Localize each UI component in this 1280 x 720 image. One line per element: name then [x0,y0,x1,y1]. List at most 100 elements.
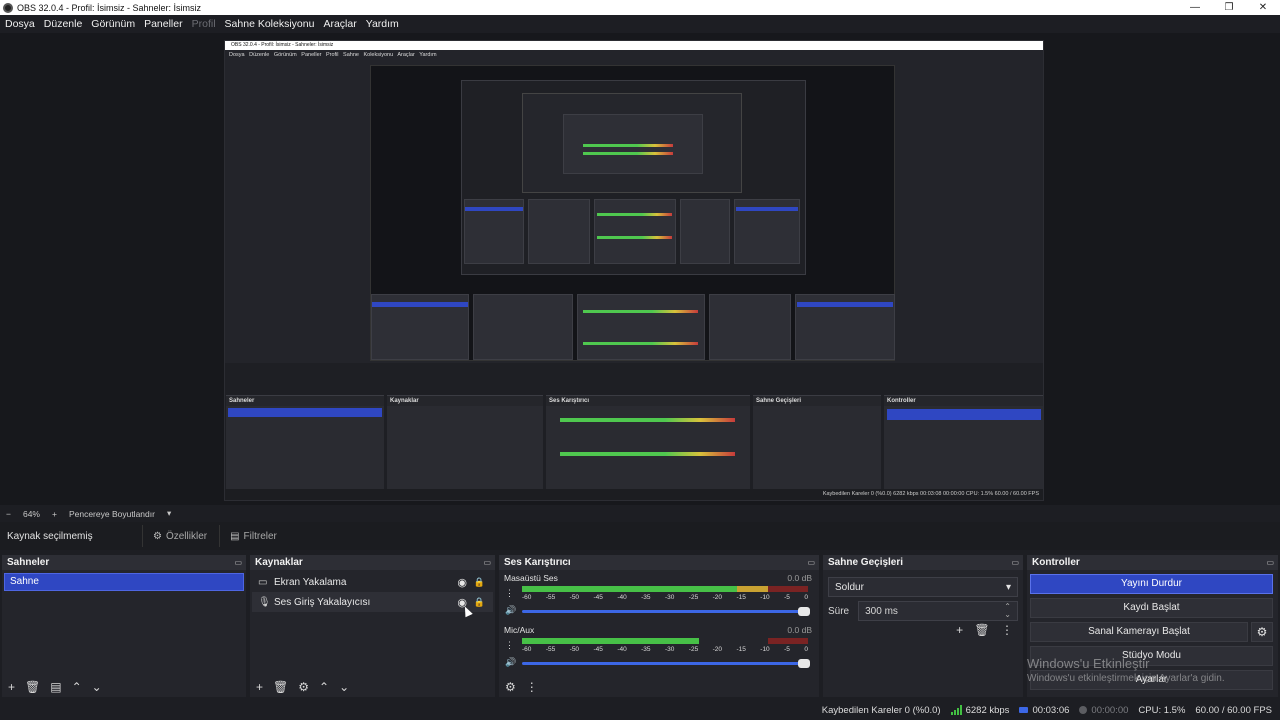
preview-recursive-capture: OBS 32.0.4 - Profil: İsimsiz - Sahneler:… [224,40,1044,501]
volume-slider-handle[interactable] [798,659,810,668]
no-source-selected-label: Kaynak seçilmemiş [7,530,93,542]
transition-tools: + 🗑 ⋮ [948,623,1013,637]
start-recording-button[interactable]: Kaydı Başlat [1030,598,1273,618]
monitor-icon: ▭ [258,576,268,588]
nested-menu: Dosya Düzenle Görünüm Paneller Profil Sa… [229,52,437,58]
gear-icon[interactable]: ⚙ [1251,622,1273,642]
obs-logo-icon [3,2,13,13]
transitions-dock-header: Sahne Geçişleri ▭ [823,555,1023,570]
speaker-icon[interactable]: 🔊 [505,657,516,668]
audio-mixer-dock: Ses Karıştırıcı ▭ Masaüstü Ses 0.0 dB ⋮ … [499,555,819,697]
track-name: Mic/Aux [504,625,535,635]
zoom-dropdown-icon[interactable]: ▾ [167,508,171,519]
lock-icon[interactable]: 🔒 [474,597,485,608]
mixer-dock-title: Ses Karıştırıcı [504,557,571,568]
scenes-dock: Sahneler ▭ Sahne + 🗑 ▤ ⌃ ⌄ [2,555,246,697]
record-icon [1079,706,1088,714]
source-label: Ses Giriş Yakalayıcısı [274,596,371,608]
menu-file[interactable]: Dosya [5,18,35,30]
undock-icon[interactable]: ▭ [807,558,815,567]
volume-slider[interactable] [522,607,810,616]
filters-label: Filtreler [243,530,277,542]
menu-docks[interactable]: Paneller [144,18,183,30]
cpu-usage: CPU: 1.5% [1138,704,1186,716]
volume-meter [522,586,808,592]
kebab-menu-icon[interactable]: ⋮ [505,588,514,599]
stream-icon [1019,707,1029,713]
scene-item[interactable]: Sahne [4,573,244,591]
minimize-button[interactable]: — [1178,0,1212,15]
remove-source-icon[interactable]: 🗑 [273,681,288,693]
stream-time-value: 00:03:06 [1032,704,1070,716]
move-up-icon[interactable]: ⌃ [72,681,82,693]
virtual-camera-row: Sanal Kamerayı Başlat ⚙ [1030,622,1273,642]
stepper-icon[interactable]: ⌃ ⌄ [1004,603,1011,619]
kebab-menu-icon[interactable]: ⋮ [1001,623,1013,637]
source-properties-icon[interactable]: ⚙ [298,681,309,693]
undock-icon[interactable]: ▭ [483,558,491,567]
properties-button[interactable]: ⚙ Özellikler [142,525,217,547]
transition-select[interactable]: Soldur ▾ [828,577,1018,597]
mixer-track-mic-aux: Mic/Aux 0.0 dB ⋮ -60 -55 -50 -45 -40 -35 -30 -2… [504,622,814,674]
scenes-toolbar: + 🗑 ▤ ⌃ ⌄ [2,677,246,697]
maximize-button[interactable]: ❐ [1212,0,1246,15]
deepest-preview [522,93,742,193]
menu-edit[interactable]: Düzenle [44,18,83,30]
duration-input[interactable]: 300 ms ⌃ ⌄ [858,601,1018,621]
eye-icon[interactable]: ◉ [457,576,467,589]
menu-scene-collection[interactable]: Sahne Koleksiyonu [225,18,315,30]
add-scene-icon[interactable]: + [8,681,15,693]
nested-preview [370,65,895,361]
kebab-menu-icon[interactable]: ⋮ [526,681,538,693]
undock-icon[interactable]: ▭ [1011,558,1019,567]
start-virtual-camera-button[interactable]: Sanal Kamerayı Başlat [1030,622,1248,642]
move-down-icon[interactable]: ⌄ [92,681,102,693]
status-bar: Kaybedilen Kareler 0 (%0.0) 6282 kbps 00… [0,700,1280,720]
studio-mode-button[interactable]: Stüdyo Modu [1030,646,1273,666]
scenes-dock-title: Sahneler [7,557,50,568]
undock-icon[interactable]: ▭ [234,558,242,567]
advanced-audio-icon[interactable]: ⚙ [505,681,516,693]
source-item-screen-capture[interactable]: ▭ Ekran Yakalama ◉ 🔒 [252,572,493,592]
speaker-icon[interactable]: 🔊 [505,605,516,616]
nested-status: Kaybedilen Kareler 0 (%0.0) 6282 kbps 00… [225,489,1043,500]
sources-toolbar: + 🗑 ⚙ ⌃ ⌄ [250,677,495,697]
duration-row: Süre 300 ms ⌃ ⌄ [828,601,1018,621]
bitrate-value: 6282 kbps [965,704,1010,716]
add-source-icon[interactable]: + [256,681,263,693]
stop-stream-button[interactable]: Yayını Durdur [1030,574,1273,594]
menu-tools[interactable]: Araçlar [323,18,356,30]
menu-view[interactable]: Görünüm [91,18,135,30]
volume-slider[interactable] [522,659,810,668]
zoom-in-button[interactable]: + [52,509,57,519]
record-time: 00:00:00 [1079,705,1128,716]
scenes-dock-header: Sahneler ▭ [2,555,246,570]
dropped-frames: Kaybedilen Kareler 0 (%0.0) [821,704,941,716]
filter-icon: ▤ [230,530,240,542]
sources-dock: Kaynaklar ▭ ▭ Ekran Yakalama ◉ 🔒 🎙 Ses G… [250,555,495,697]
kebab-menu-icon[interactable]: ⋮ [505,640,514,651]
fit-to-window-button[interactable]: Pencereye Boyutlandır [69,509,155,519]
volume-meter [522,638,808,644]
close-button[interactable]: ✕ [1246,0,1280,15]
filters-button[interactable]: ▤ Filtreler [219,525,287,547]
settings-button[interactable]: Ayarlar [1030,670,1273,690]
lock-icon[interactable]: 🔒 [474,577,485,588]
volume-slider-handle[interactable] [798,607,810,616]
source-item-audio-input[interactable]: 🎙 Ses Giriş Yakalayıcısı ◉ 🔒 [252,592,493,612]
remove-scene-icon[interactable]: 🗑 [25,681,40,693]
move-down-icon[interactable]: ⌄ [339,681,349,693]
move-up-icon[interactable]: ⌃ [319,681,329,693]
add-transition-icon[interactable]: + [956,623,963,637]
stream-time: 00:03:06 [1019,705,1069,716]
duration-value: 300 ms [865,605,898,617]
bitrate-indicator: 6282 kbps [950,704,1010,716]
remove-transition-icon[interactable]: 🗑 [974,623,989,637]
menu-help[interactable]: Yardım [366,18,399,30]
scene-filters-icon[interactable]: ▤ [50,681,61,693]
sources-dock-header: Kaynaklar ▭ [250,555,495,570]
sources-dock-title: Kaynaklar [255,557,303,568]
zoom-out-button[interactable]: − [6,509,11,519]
undock-icon[interactable]: ▭ [1266,558,1274,567]
track-db: 0.0 dB [787,573,812,583]
